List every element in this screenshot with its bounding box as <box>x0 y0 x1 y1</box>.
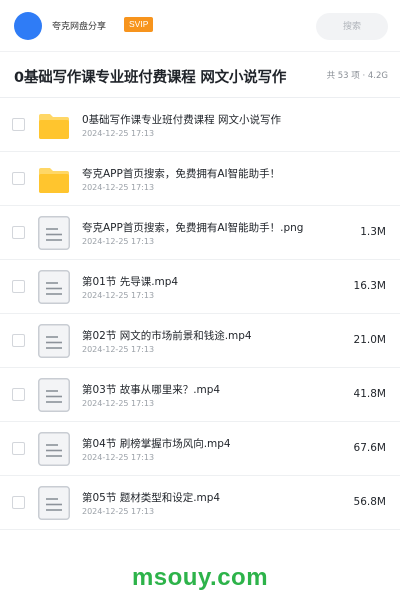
list-item[interactable]: 第03节 故事从哪里来？.mp4 2024-12-25 17:13 41.8M <box>0 368 400 422</box>
list-item[interactable]: 第05节 题材类型和设定.mp4 2024-12-25 17:13 56.8M <box>0 476 400 530</box>
file-date: 2024-12-25 17:13 <box>82 399 155 408</box>
file-date: 2024-12-25 17:13 <box>82 183 155 192</box>
list-item[interactable]: 夸克APP首页搜索，免费拥有AI智能助手！ 2024-12-25 17:13 <box>0 152 400 206</box>
header: 夸克网盘分享 SVIP <box>0 0 400 52</box>
list-item[interactable]: 0基础写作课专业班付费课程 网文小说写作 2024-12-25 17:13 <box>0 98 400 152</box>
file-date: 2024-12-25 17:13 <box>82 507 155 516</box>
file-list: 0基础写作课专业班付费课程 网文小说写作 2024-12-25 17:13 夸克… <box>0 98 400 530</box>
file-size: 67.6M <box>353 442 386 454</box>
file-name: 第04节 刷榜掌握市场风向.mp4 <box>82 438 231 450</box>
file-size: 1.3M <box>360 226 386 238</box>
file-date: 2024-12-25 17:13 <box>82 345 155 354</box>
file-size: 16.3M <box>353 280 386 292</box>
folder-icon <box>38 162 70 196</box>
file-name: 夸克APP首页搜索，免费拥有AI智能助手！.png <box>82 222 304 234</box>
row-checkbox[interactable] <box>12 226 25 239</box>
app-name: 夸克网盘分享 <box>52 22 107 32</box>
file-name: 第01节 先导课.mp4 <box>82 276 179 288</box>
row-checkbox[interactable] <box>12 172 25 185</box>
folder-icon <box>38 108 70 142</box>
svip-badge: SVIP <box>124 17 154 32</box>
avatar[interactable] <box>14 12 42 40</box>
list-item[interactable]: 第04节 刷榜掌握市场风向.mp4 2024-12-25 17:13 67.6M <box>0 422 400 476</box>
file-size: 21.0M <box>353 334 386 346</box>
file-date: 2024-12-25 17:13 <box>82 129 155 138</box>
list-item[interactable]: 第02节 网文的市场前景和钱途.mp4 2024-12-25 17:13 21.… <box>0 314 400 368</box>
file-name: 0基础写作课专业班付费课程 网文小说写作 <box>82 114 282 126</box>
row-checkbox[interactable] <box>12 334 25 347</box>
file-name: 第03节 故事从哪里来？.mp4 <box>82 384 221 396</box>
row-checkbox[interactable] <box>12 442 25 455</box>
file-name: 第02节 网文的市场前景和钱途.mp4 <box>82 330 252 342</box>
file-size: 56.8M <box>353 496 386 508</box>
share-page: 夸克网盘分享 SVIP 0基础写作课专业班付费课程 网文小说写作 共 53 项 … <box>0 0 400 600</box>
list-item[interactable]: 夸克APP首页搜索，免费拥有AI智能助手！.png 2024-12-25 17:… <box>0 206 400 260</box>
row-checkbox[interactable] <box>12 496 25 509</box>
file-size: 41.8M <box>353 388 386 400</box>
row-checkbox[interactable] <box>12 388 25 401</box>
document-icon <box>38 486 70 520</box>
folder-meta: 共 53 项 · 4.2G <box>326 71 388 81</box>
document-icon <box>38 324 70 358</box>
document-icon <box>38 378 70 412</box>
row-checkbox[interactable] <box>12 280 25 293</box>
list-item[interactable]: 第01节 先导课.mp4 2024-12-25 17:13 16.3M <box>0 260 400 314</box>
document-icon <box>38 432 70 466</box>
file-name: 第05节 题材类型和设定.mp4 <box>82 492 221 504</box>
row-checkbox[interactable] <box>12 118 25 131</box>
page-title: 0基础写作课专业班付费课程 网文小说写作 <box>14 70 287 86</box>
search-input[interactable] <box>316 13 388 40</box>
file-date: 2024-12-25 17:13 <box>82 291 155 300</box>
folder-titlebar: 0基础写作课专业班付费课程 网文小说写作 共 53 项 · 4.2G <box>0 52 400 98</box>
watermark: msouy.com <box>131 564 269 591</box>
document-icon <box>38 270 70 304</box>
file-date: 2024-12-25 17:13 <box>82 237 155 246</box>
footer: msouy.com <box>0 546 400 600</box>
file-name: 夸克APP首页搜索，免费拥有AI智能助手！ <box>82 168 281 180</box>
document-icon <box>38 216 70 250</box>
file-date: 2024-12-25 17:13 <box>82 453 155 462</box>
